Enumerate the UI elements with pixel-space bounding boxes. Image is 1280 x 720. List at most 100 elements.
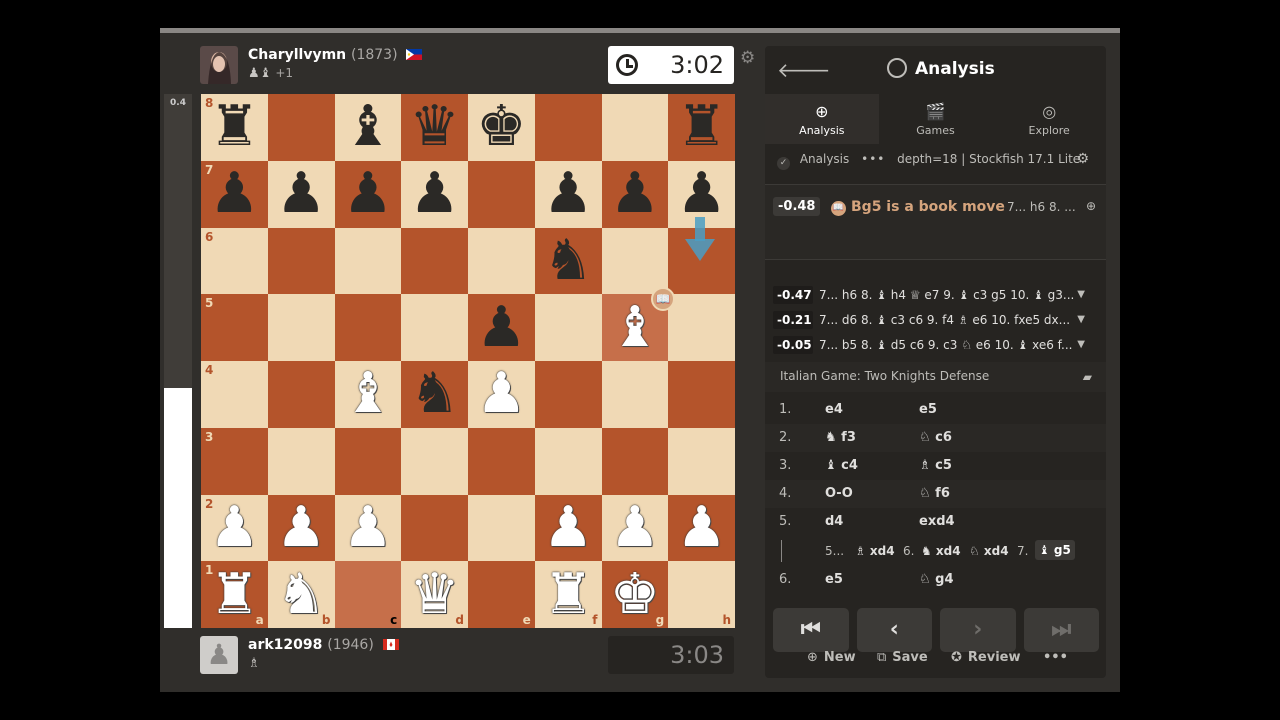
square-h5[interactable] [668, 294, 735, 361]
square-d3[interactable] [401, 427, 468, 495]
square-f6[interactable]: ♞ [534, 227, 602, 295]
square-h1[interactable]: h [668, 561, 735, 628]
square-a8[interactable]: 8 ♜ [201, 94, 268, 161]
black-move[interactable]: e5 [919, 402, 937, 417]
top-player-name[interactable]: Charyllvymn [248, 47, 346, 63]
square-h4[interactable] [668, 361, 735, 428]
new-button[interactable]: ⊕ New [807, 650, 856, 665]
black-pawn-icon[interactable]: ♟ [410, 166, 460, 222]
square-b4[interactable] [267, 361, 335, 428]
square-c5[interactable] [334, 294, 402, 361]
white-move[interactable]: O-O [825, 486, 853, 501]
square-b7[interactable]: ♟ [267, 160, 335, 228]
square-a5[interactable]: 5 [201, 294, 268, 361]
black-pawn-icon[interactable]: ♟ [343, 166, 393, 222]
square-e8[interactable]: ♚ [468, 94, 535, 161]
black-pawn-icon[interactable]: ♟ [276, 166, 326, 222]
square-d4[interactable]: ♞ [401, 361, 468, 428]
square-g8[interactable] [601, 94, 669, 161]
tab-games[interactable]: 🎬 Games [879, 94, 993, 144]
chevron-down-icon[interactable]: ▼ [1077, 339, 1085, 350]
chess-board[interactable]: 8 ♜ ♝ ♛ ♚ ♜ 7 ♟ ♟ ♟ ♟ ♟ ♟ ♟ 6 ♞ 5 ♟ ♝ 4 ♝ ♞ ♟ 3 2 ♟ ♟ ♟ ♟ ♟ ♟ 1 a ♜ b ♞ c d ♛ e… [201, 94, 735, 628]
square-c7[interactable]: ♟ [334, 160, 402, 228]
square-e2[interactable] [468, 494, 535, 562]
engine-line[interactable]: -0.21 7... d6 8. ♝ c3 c6 9. f4 ♗ e6 10. f… [773, 311, 1095, 333]
chevron-down-icon[interactable]: ▼ [1077, 289, 1085, 300]
square-g7[interactable]: ♟ [601, 160, 669, 228]
square-e4[interactable]: ♟ [468, 361, 535, 428]
square-g1[interactable]: g ♚ [601, 561, 669, 628]
engine-more-icon[interactable]: ••• [861, 152, 885, 166]
board-settings-gear-icon[interactable]: ⚙ [740, 48, 755, 68]
back-arrow-icon[interactable]: 🡐 [777, 58, 831, 82]
square-g3[interactable] [601, 427, 669, 495]
engine-line[interactable]: -0.05 7... b5 8. ♝ d5 c6 9. c3 ♘ e6 10. ♝… [773, 336, 1095, 358]
black-move[interactable]: ♘ g4 [919, 572, 954, 587]
square-c3[interactable] [334, 427, 402, 495]
square-e1[interactable]: e [468, 561, 535, 628]
square-e6[interactable] [468, 227, 535, 295]
white-pawn-icon[interactable]: ♟ [209, 499, 259, 556]
square-g6[interactable] [601, 227, 669, 295]
bottom-player-name[interactable]: ark12098 [248, 637, 322, 653]
square-a6[interactable]: 6 [201, 227, 268, 295]
square-c1[interactable]: c [334, 561, 402, 628]
square-d5[interactable] [401, 294, 468, 361]
opening-book-icon[interactable]: ▰ [1083, 370, 1092, 384]
black-pawn-icon[interactable]: ♟ [476, 299, 526, 356]
variation-move[interactable]: ♗ xd4 [855, 544, 895, 558]
square-c2[interactable]: ♟ [334, 494, 402, 562]
square-b8[interactable] [267, 94, 335, 161]
chevron-down-icon[interactable]: ▼ [1077, 314, 1085, 325]
white-bishop-icon[interactable]: ♝ [343, 366, 393, 422]
search-icon[interactable]: ⊕ [1086, 199, 1096, 213]
current-move[interactable]: ♝ g5 [1035, 540, 1075, 560]
white-knight-icon[interactable]: ♞ [276, 566, 326, 623]
white-pawn-icon[interactable]: ♟ [543, 499, 593, 556]
square-a2[interactable]: 2 ♟ [201, 494, 268, 562]
engine-toggle[interactable]: ✓ [777, 157, 790, 170]
white-move[interactable]: d4 [825, 514, 843, 529]
square-a4[interactable]: 4 [201, 361, 268, 428]
white-pawn-icon[interactable]: ♟ [476, 366, 526, 422]
black-king-icon[interactable]: ♚ [476, 99, 526, 155]
black-pawn-icon[interactable]: ♟ [543, 166, 593, 222]
white-move[interactable]: e4 [825, 402, 843, 417]
square-e3[interactable] [468, 427, 535, 495]
square-g2[interactable]: ♟ [601, 494, 669, 562]
black-rook-icon[interactable]: ♜ [209, 99, 259, 155]
black-pawn-icon[interactable]: ♟ [610, 166, 660, 222]
white-move[interactable]: ♝ c4 [825, 458, 858, 473]
variation-move[interactable]: ♞ xd4 [921, 544, 961, 558]
white-rook-icon[interactable]: ♜ [543, 566, 593, 623]
square-b6[interactable] [267, 227, 335, 295]
square-f3[interactable] [534, 427, 602, 495]
square-b1[interactable]: b ♞ [267, 561, 335, 628]
black-bishop-icon[interactable]: ♝ [343, 99, 393, 155]
square-b2[interactable]: ♟ [267, 494, 335, 562]
white-pawn-icon[interactable]: ♟ [610, 499, 660, 556]
white-pawn-icon[interactable]: ♟ [276, 499, 326, 556]
square-d2[interactable] [401, 494, 468, 562]
black-move[interactable]: ♘ c6 [919, 430, 952, 445]
square-d7[interactable]: ♟ [401, 160, 468, 228]
square-a1[interactable]: 1 a ♜ [201, 561, 268, 628]
square-c6[interactable] [334, 227, 402, 295]
tab-analysis[interactable]: ⊕ Analysis [765, 94, 879, 144]
square-f1[interactable]: f ♜ [534, 561, 602, 628]
square-b3[interactable] [267, 427, 335, 495]
square-d1[interactable]: d ♛ [401, 561, 468, 628]
black-pawn-icon[interactable]: ♟ [209, 166, 259, 222]
square-f4[interactable] [534, 361, 602, 428]
square-f5[interactable] [534, 294, 602, 361]
white-move[interactable]: ♞ f3 [825, 430, 856, 445]
black-pawn-icon[interactable]: ♟ [677, 166, 727, 222]
white-pawn-icon[interactable]: ♟ [343, 499, 393, 556]
bottom-player-avatar[interactable]: ♟ [200, 636, 238, 674]
square-f2[interactable]: ♟ [534, 494, 602, 562]
save-button[interactable]: ⧉ Save [877, 650, 928, 665]
black-knight-icon[interactable]: ♞ [543, 232, 593, 289]
black-move[interactable]: ♘ f6 [919, 486, 950, 501]
white-king-icon[interactable]: ♚ [610, 566, 660, 623]
white-queen-icon[interactable]: ♛ [410, 566, 460, 623]
